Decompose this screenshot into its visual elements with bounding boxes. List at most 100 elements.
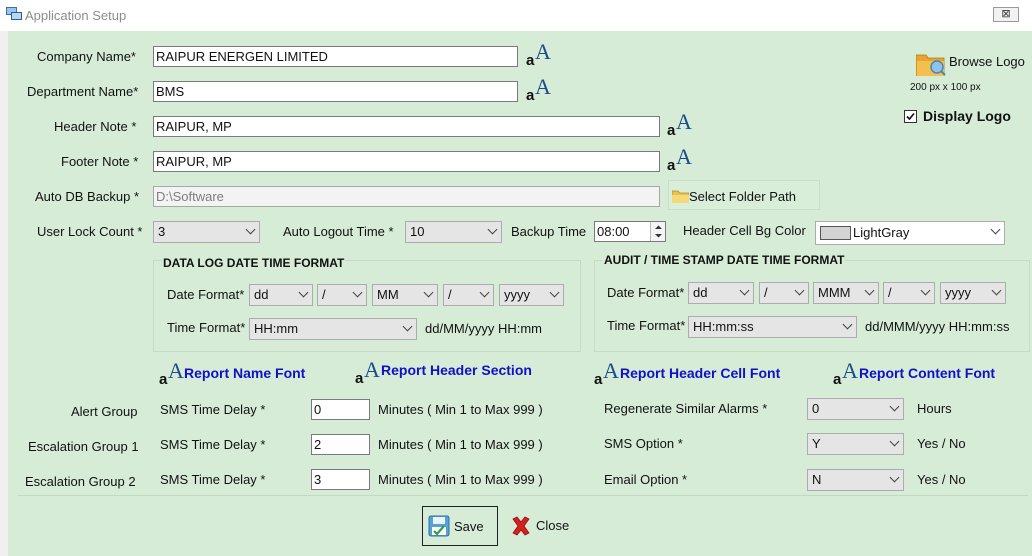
audit-year-value: yyyy — [945, 285, 971, 300]
backup-time-spinner[interactable] — [650, 222, 665, 241]
window-title: Application Setup — [25, 8, 127, 23]
chevron-down-icon — [889, 472, 900, 483]
backup-time-label: Backup Time — [511, 224, 587, 239]
auto-logout-time-select[interactable]: 10 — [405, 221, 502, 243]
data-log-month-value: MM — [377, 287, 399, 302]
header-note-font-icon[interactable]: aA — [667, 111, 692, 139]
audit-format-group: AUDIT / TIME STAMP DATE TIME FORMAT — [594, 253, 1030, 352]
footer-note-font-icon[interactable]: aA — [667, 146, 692, 174]
data-log-separator-value-2: / — [448, 287, 452, 302]
app-monitor-icon — [6, 7, 22, 20]
sms-option-select[interactable]: Y — [807, 433, 904, 455]
browse-logo-icon[interactable] — [916, 52, 946, 76]
chevron-down-icon — [487, 224, 498, 235]
chevron-down-icon — [990, 224, 1001, 235]
report-header-cell-font-link[interactable]: Report Header Cell Font — [620, 365, 780, 381]
user-lock-count-label: User Lock Count * — [37, 224, 143, 239]
escalation-1-sms-delay-hint: Minutes ( Min 1 to Max 999 ) — [378, 437, 543, 452]
data-log-day-value: dd — [254, 287, 269, 302]
backup-time-input[interactable]: 08:00 — [594, 221, 666, 242]
header-cell-bg-color-value: LightGray — [853, 225, 910, 240]
report-header-section-icon[interactable]: aA — [355, 359, 380, 387]
display-logo-label: Display Logo — [923, 108, 1011, 124]
regenerate-alarms-value: 0 — [812, 401, 820, 416]
email-option-value: N — [812, 472, 822, 487]
header-note-input[interactable]: RAIPUR, MP — [153, 116, 660, 137]
chevron-down-icon — [864, 285, 875, 296]
company-name-label: Company Name* — [37, 49, 136, 64]
title-bar: Application Setup ⊠ — [0, 0, 1032, 31]
sms-option-unit: Yes / No — [917, 436, 966, 451]
email-option-unit: Yes / No — [917, 472, 966, 487]
escalation-2-sms-delay-hint: Minutes ( Min 1 to Max 999 ) — [378, 472, 543, 487]
audit-separator-select-1[interactable]: / — [759, 282, 809, 304]
audit-time-format-value: HH:mm:ss — [693, 319, 754, 334]
email-option-select[interactable]: N — [807, 469, 904, 491]
data-log-time-format-select[interactable]: HH:mm — [249, 318, 417, 340]
escalation-group-1-label: Escalation Group 1 — [28, 439, 139, 454]
backup-time-value: 08:00 — [597, 224, 630, 239]
data-log-time-format-value: HH:mm — [254, 321, 299, 336]
data-log-year-select[interactable]: yyyy — [499, 284, 564, 306]
audit-separator-select-2[interactable]: / — [883, 282, 935, 304]
audit-time-format-select[interactable]: HH:mm:ss — [688, 316, 857, 338]
user-lock-count-select[interactable]: 3 — [153, 221, 260, 243]
escalation-1-sms-delay-input[interactable]: 2 — [311, 434, 370, 455]
regenerate-alarms-select[interactable]: 0 — [807, 398, 904, 420]
data-log-month-select[interactable]: MM — [372, 284, 438, 306]
chevron-down-icon — [794, 285, 805, 296]
chevron-down-icon — [352, 287, 363, 298]
escalation-2-sms-delay-label: SMS Time Delay * — [160, 472, 266, 487]
data-log-separator-select-1[interactable]: / — [317, 284, 367, 306]
spinner-arrows-icon — [655, 225, 662, 238]
data-log-day-select[interactable]: dd — [249, 284, 313, 306]
header-cell-bg-color-select[interactable]: LightGray — [815, 221, 1005, 245]
save-label: Save — [454, 519, 484, 534]
company-font-icon[interactable]: aA — [526, 41, 551, 69]
department-name-label: Department Name* — [27, 84, 139, 99]
footer-note-input[interactable]: RAIPUR, MP — [153, 151, 660, 172]
sms-option-label: SMS Option * — [604, 436, 683, 451]
chevron-down-icon — [423, 287, 434, 298]
color-swatch — [820, 226, 851, 240]
report-name-font-link[interactable]: Report Name Font — [184, 365, 305, 381]
report-header-section-link[interactable]: Report Header Section — [381, 362, 532, 378]
logo-size-hint: 200 px x 100 px — [910, 82, 981, 93]
report-content-font-link[interactable]: Report Content Font — [859, 365, 995, 381]
data-log-separator-value-1: / — [322, 287, 326, 302]
company-name-input[interactable]: RAIPUR ENERGEN LIMITED — [153, 46, 518, 67]
audit-month-select[interactable]: MMM — [813, 282, 879, 304]
header-note-label: Header Note * — [54, 119, 137, 134]
alert-sms-delay-input[interactable]: 0 — [311, 399, 370, 420]
data-log-separator-select-2[interactable]: / — [443, 284, 494, 306]
select-folder-path-button[interactable]: Select Folder Path — [668, 180, 820, 210]
department-font-icon[interactable]: aA — [526, 76, 551, 104]
chevron-down-icon — [920, 285, 931, 296]
chevron-down-icon — [479, 287, 490, 298]
chevron-down-icon — [245, 224, 256, 235]
browse-logo-label[interactable]: Browse Logo — [949, 54, 1025, 69]
audit-date-format-label: Date Format* — [607, 285, 685, 300]
report-name-font-icon[interactable]: aA — [159, 360, 184, 388]
department-name-input[interactable]: BMS — [153, 81, 518, 102]
audit-separator-value-2: / — [888, 285, 892, 300]
footer-note-label: Footer Note * — [61, 154, 139, 169]
bottom-divider — [18, 495, 1028, 496]
chevron-down-icon — [739, 285, 750, 296]
chevron-down-icon — [889, 436, 900, 447]
close-button[interactable]: Close — [505, 506, 585, 546]
chevron-down-icon — [298, 287, 309, 298]
audit-day-select[interactable]: dd — [688, 282, 754, 304]
save-button[interactable]: Save — [422, 506, 498, 546]
auto-logout-time-label: Auto Logout Time * — [283, 224, 394, 239]
audit-year-select[interactable]: yyyy — [940, 282, 1006, 304]
close-x-icon — [512, 516, 530, 536]
display-logo-checkbox[interactable] — [904, 110, 917, 123]
report-header-cell-font-icon[interactable]: aA — [594, 360, 619, 388]
audit-format-preview: dd/MMM/yyyy HH:mm:ss — [865, 319, 1010, 334]
alert-sms-delay-hint: Minutes ( Min 1 to Max 999 ) — [378, 402, 543, 417]
escalation-2-sms-delay-input[interactable]: 3 — [311, 469, 370, 490]
window-close-button[interactable]: ⊠ — [993, 7, 1019, 22]
report-content-font-icon[interactable]: aA — [833, 360, 858, 388]
select-folder-path-label: Select Folder Path — [689, 189, 796, 204]
